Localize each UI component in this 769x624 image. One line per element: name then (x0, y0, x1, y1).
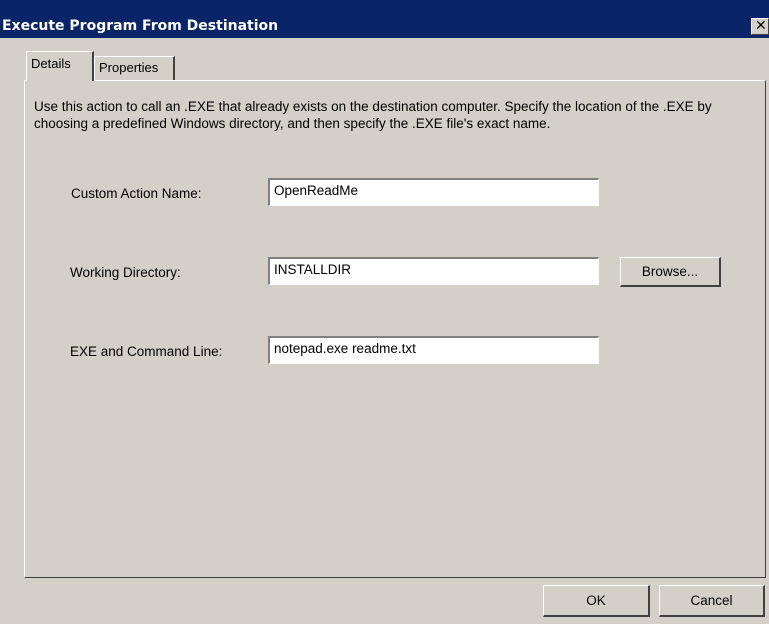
tab-details[interactable]: Details (26, 51, 94, 81)
description-text: Use this action to call an .EXE that alr… (34, 99, 712, 131)
working-directory-field[interactable]: INSTALLDIR (268, 257, 599, 285)
close-button[interactable]: ✕ (751, 18, 769, 35)
dialog-window: Execute Program From Destination ✕ Detai… (0, 0, 769, 624)
working-directory-label: Working Directory: (70, 265, 181, 280)
close-icon: ✕ (755, 18, 767, 34)
details-panel (24, 80, 766, 578)
browse-button[interactable]: Browse... (620, 257, 721, 287)
cancel-button[interactable]: Cancel (659, 585, 765, 617)
tab-properties[interactable]: Properties (94, 56, 175, 81)
custom-action-name-label: Custom Action Name: (71, 186, 202, 201)
title-bar[interactable]: Execute Program From Destination ✕ (0, 0, 769, 38)
ok-button[interactable]: OK (543, 585, 650, 617)
exe-command-line-field[interactable]: notepad.exe readme.txt (268, 336, 599, 364)
custom-action-name-field[interactable]: OpenReadMe (268, 178, 599, 206)
exe-command-line-label: EXE and Command Line: (70, 344, 223, 359)
dialog-title: Execute Program From Destination (2, 18, 279, 34)
